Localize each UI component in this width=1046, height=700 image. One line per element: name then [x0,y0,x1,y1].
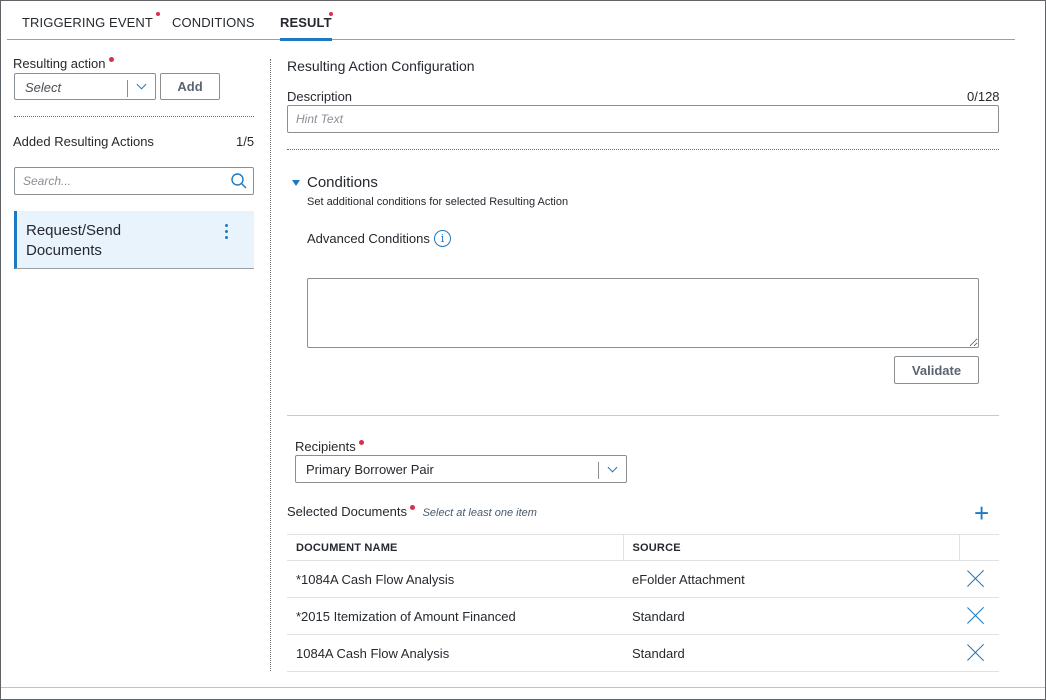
tab-result[interactable]: RESULT [280,1,333,41]
caret-down-icon[interactable] [292,180,300,186]
search-icon[interactable] [230,172,248,190]
required-indicator [409,505,415,510]
remove-cell [959,634,999,672]
divider [287,149,999,150]
close-icon[interactable] [967,569,985,587]
chevron-down-icon [136,79,147,90]
table-header-row: DOCUMENT NAME SOURCE [287,534,999,561]
table-row: *2015 Itemization of Amount Financed Sta… [287,597,999,635]
tab-bar: TRIGGERING EVENT CONDITIONS RESULT [7,1,1015,41]
select-divider [598,462,599,479]
select-divider [127,80,128,97]
app-frame: TRIGGERING EVENT CONDITIONS RESULT Resul… [0,0,1046,700]
conditions-help-text: Set additional conditions for selected R… [307,196,569,208]
info-icon[interactable]: i [434,230,451,247]
required-indicator [108,57,114,62]
required-indicator [329,12,333,16]
description-input[interactable] [287,105,999,133]
conditions-heading[interactable]: Conditions [307,174,378,191]
table-row: *1084A Cash Flow Analysis eFolder Attach… [287,560,999,598]
close-icon[interactable] [967,606,985,624]
description-label: Description [287,89,353,104]
table-row: 1084A Cash Flow Analysis Standard [287,634,999,672]
config-title: Resulting Action Configuration [287,58,475,74]
advanced-conditions-textarea[interactable] [307,278,979,348]
add-button[interactable]: Add [160,73,220,100]
recipients-label: Recipients [295,439,364,454]
source-cell: Standard [623,634,959,672]
close-icon[interactable] [967,643,985,661]
divider [287,415,999,416]
divider [14,116,254,117]
resulting-action-label: Resulting action [13,56,114,71]
required-indicator [358,440,364,445]
document-name-cell: 1084A Cash Flow Analysis [287,634,623,672]
document-name-cell: *1084A Cash Flow Analysis [287,560,623,598]
search-input[interactable] [14,167,254,195]
added-actions-title: Added Resulting Actions [13,134,154,149]
card-title: Request/Send Documents [26,222,122,259]
column-header-document-name[interactable]: DOCUMENT NAME [287,534,623,561]
advanced-conditions-label: Advanced Conditions [307,231,430,246]
vertical-divider [270,59,271,671]
document-name-cell: *2015 Itemization of Amount Financed [287,597,623,635]
tab-conditions[interactable]: CONDITIONS [172,1,255,40]
description-counter: 0/128 [967,89,1000,104]
resulting-action-card[interactable]: Request/Send Documents [14,211,254,269]
resulting-action-select[interactable]: Select [14,73,156,100]
remove-cell [959,597,999,635]
required-indicator [156,12,160,16]
added-actions-count: 1/5 [236,134,255,149]
footer-divider [1,687,1045,688]
documents-table: DOCUMENT NAME SOURCE *1084A Cash Flow An… [287,534,999,672]
tab-triggering-event[interactable]: TRIGGERING EVENT [22,1,160,40]
source-cell: eFolder Attachment [623,560,959,598]
selected-documents-label: Selected Documents Select at least one i… [287,504,537,519]
selected-documents-hint: Select at least one item [422,507,537,519]
column-header-source[interactable]: SOURCE [622,534,959,561]
remove-cell [959,560,999,598]
column-header-actions [958,534,999,561]
kebab-menu-icon[interactable] [225,224,229,242]
plus-icon[interactable]: + [974,500,989,526]
source-cell: Standard [623,597,959,635]
recipients-select[interactable]: Primary Borrower Pair [295,455,627,483]
chevron-down-icon [607,462,618,473]
validate-button[interactable]: Validate [894,356,979,384]
